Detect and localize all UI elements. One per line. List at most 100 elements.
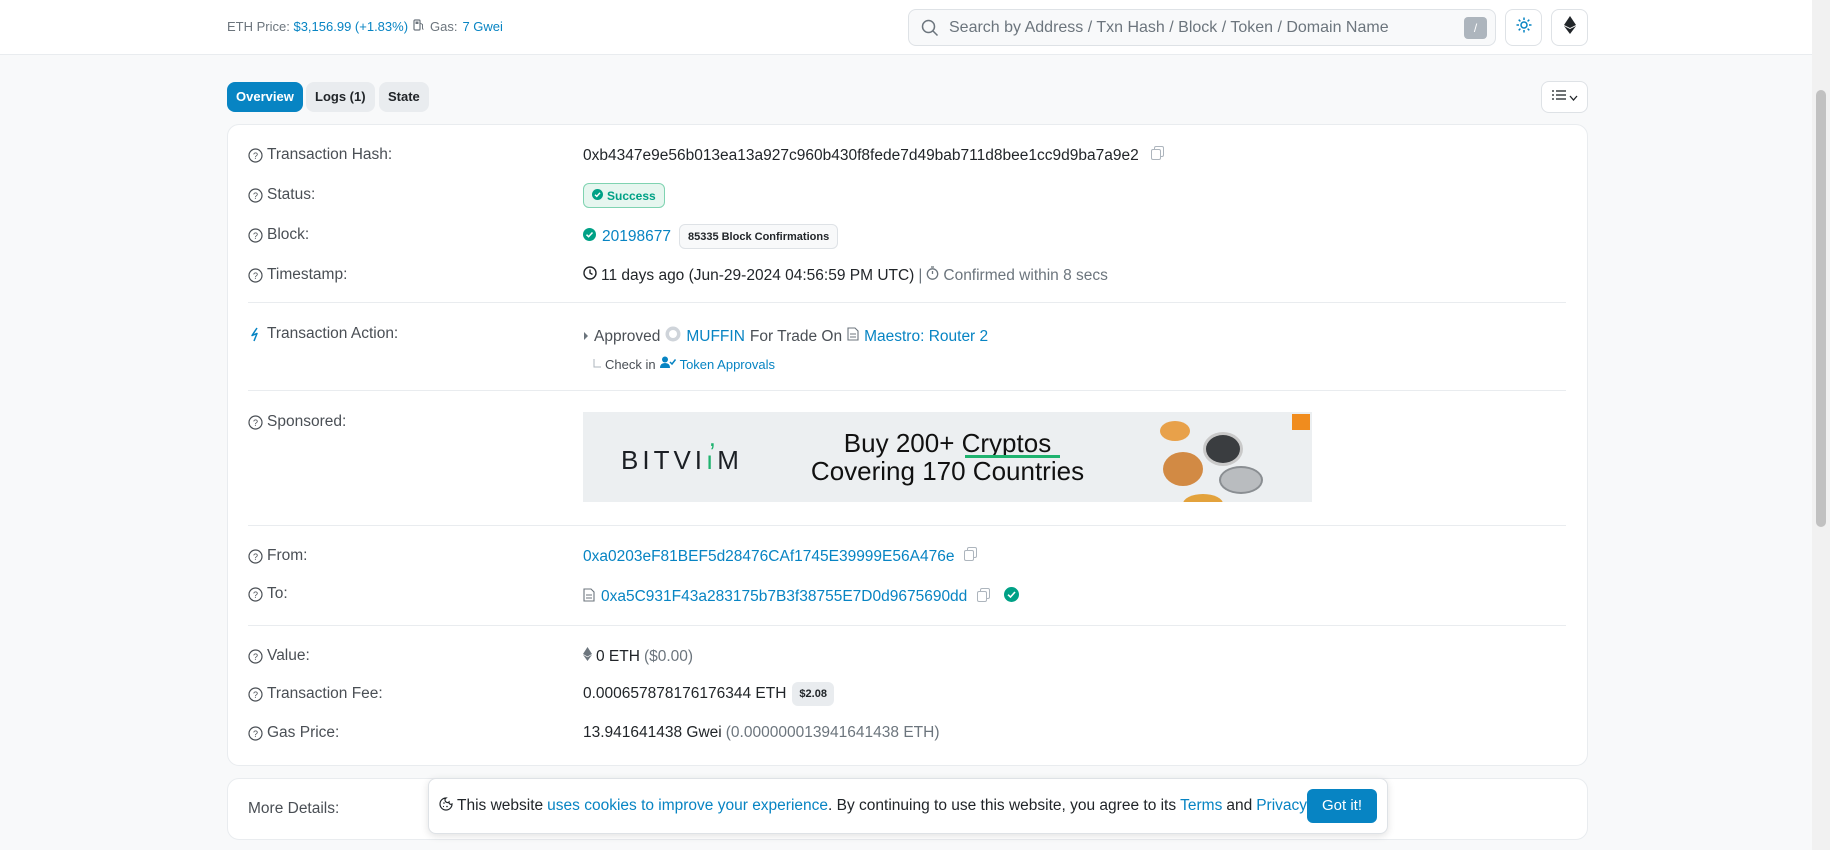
stopwatch-icon (926, 266, 939, 285)
search-shortcut-key: / (1464, 17, 1487, 39)
status-text: Success (607, 188, 656, 203)
status-badge: Success (583, 183, 665, 208)
gas-tracker: Gas: 7 Gwei (413, 19, 503, 34)
network-button[interactable] (1551, 9, 1588, 46)
check-in-text: Check in (605, 356, 656, 372)
timestamp-separator: | (918, 266, 923, 284)
from-row-label: ? From: (248, 547, 307, 565)
value-row-label: ? Value: (248, 647, 310, 665)
svg-text:?: ? (253, 271, 258, 281)
coin-image (1203, 432, 1243, 466)
timestamp-value: 11 days ago (Jun-29-2024 04:56:59 PM UTC… (583, 266, 1108, 285)
search-bar: / (908, 9, 1496, 46)
got-it-button[interactable]: Got it! (1307, 789, 1377, 823)
help-icon[interactable]: ? (248, 147, 263, 163)
action-value: Approved MUFFIN For Trade On Maestro: Ro… (583, 326, 988, 347)
list-icon (1551, 88, 1566, 106)
gas-price-value: 13.941641438 Gwei (0.000000013941641438 … (583, 724, 940, 742)
token-approvals-link[interactable]: Token Approvals (680, 357, 775, 372)
help-icon[interactable]: ? (248, 725, 263, 741)
ad-headline: Buy 200+ Cryptos (843, 428, 1052, 458)
sun-icon (1516, 17, 1532, 38)
help-icon[interactable]: ? (248, 586, 263, 602)
block-number-link[interactable]: 20198677 (602, 228, 671, 246)
value-eth: 0 ETH (596, 647, 640, 665)
block-row-label: ? Block: (248, 226, 309, 244)
chevron-down-icon (1569, 88, 1578, 106)
help-icon[interactable]: ? (248, 267, 263, 283)
tx-hash: 0xb4347e9e56b013ea13a927c960b430f8fede7d… (583, 146, 1139, 164)
sponsored-label: Sponsored: (267, 413, 347, 430)
verified-check-icon (1004, 587, 1020, 607)
fee-usd-badge: $2.08 (792, 682, 834, 706)
action-check-in: Check in Token Approvals (593, 356, 775, 372)
router-link[interactable]: Maestro: Router 2 (864, 328, 988, 346)
eth-price-value[interactable]: $3,156.99 (+1.83%) (293, 19, 408, 34)
from-value: 0xa0203eF81BEF5d28476CAf1745E39999E56A47… (583, 547, 978, 566)
timestamp-row-label: ? Timestamp: (248, 266, 347, 284)
token-link[interactable]: MUFFIN (686, 328, 745, 346)
sponsored-ad-banner[interactable]: BITVIı̕M Buy 200+ Cryptos Covering 170 C… (583, 412, 1312, 502)
svg-text:?: ? (253, 729, 258, 739)
action-approved-text: Approved (594, 327, 661, 345)
sponsored-row-label: ? Sponsored: (248, 413, 346, 431)
to-address-link[interactable]: 0xa5C931F43a283175b7B3f38755E7D0d9675690… (601, 588, 967, 606)
svg-text:?: ? (253, 418, 258, 428)
svg-text:?: ? (253, 191, 258, 201)
to-value: 0xa5C931F43a283175b7B3f38755E7D0d9675690… (583, 587, 1020, 607)
help-icon[interactable]: ? (248, 548, 263, 564)
divider (248, 302, 1566, 303)
search-input[interactable] (949, 18, 1449, 37)
svg-text:?: ? (253, 590, 258, 600)
coin-image (1163, 452, 1203, 486)
timestamp-label: Timestamp: (267, 266, 348, 283)
terms-link[interactable]: Terms (1180, 797, 1222, 815)
search-icon (920, 18, 940, 38)
help-icon[interactable]: ? (248, 187, 263, 203)
ad-choices-icon[interactable] (1292, 414, 1310, 430)
more-details-label[interactable]: More Details: (248, 800, 339, 818)
check-circle-icon (592, 188, 603, 203)
cookie-policy-link[interactable]: uses cookies to improve your experience (547, 797, 828, 815)
gas-price-row-label: ? Gas Price: (248, 724, 339, 742)
user-check-icon (659, 356, 676, 372)
fee-row-label: ? Transaction Fee: (248, 685, 383, 703)
theme-toggle-button[interactable] (1505, 9, 1542, 46)
svg-text:?: ? (253, 552, 258, 562)
ethereum-icon (1563, 16, 1576, 39)
view-options-button[interactable] (1541, 81, 1588, 113)
cookie-banner: This website uses cookies to improve you… (428, 778, 1388, 834)
from-address-link[interactable]: 0xa0203eF81BEF5d28476CAf1745E39999E56A47… (583, 548, 954, 566)
to-row-label: ? To: (248, 585, 288, 603)
gas-price-label: Gas Price: (267, 724, 340, 741)
tab-state[interactable]: State (379, 82, 429, 112)
value-usd: ($0.00) (643, 647, 694, 665)
fee-eth: 0.000657878176176344 ETH (583, 685, 787, 702)
status-label: Status: (267, 186, 316, 203)
divider (248, 525, 1566, 526)
cookie-text-2: . By continuing to use this website, you… (828, 797, 1177, 814)
help-icon[interactable]: ? (248, 414, 263, 430)
tab-overview[interactable]: Overview (227, 82, 303, 112)
action-for-trade-text: For Trade On (749, 327, 843, 345)
gas-label: Gas: (430, 19, 458, 34)
caret-right-icon[interactable] (583, 328, 589, 346)
tab-logs[interactable]: Logs (1) (306, 82, 375, 112)
svg-text:?: ? (253, 690, 258, 700)
help-icon[interactable]: ? (248, 686, 263, 702)
copy-icon[interactable] (977, 587, 991, 607)
help-icon[interactable]: ? (248, 227, 263, 243)
status-value: Success (583, 183, 665, 208)
copy-icon[interactable] (964, 547, 978, 566)
gas-pump-icon (413, 19, 425, 34)
gas-value[interactable]: 7 Gwei (462, 19, 502, 34)
block-label: Block: (267, 226, 310, 243)
cookie-text-3: and (1226, 797, 1253, 814)
divider (248, 625, 1566, 626)
scrollbar-thumb[interactable] (1816, 90, 1826, 527)
divider (248, 390, 1566, 391)
value-label: Value: (267, 647, 310, 664)
ad-underline (965, 455, 1060, 458)
copy-icon[interactable] (1150, 146, 1164, 165)
help-icon[interactable]: ? (248, 648, 263, 664)
